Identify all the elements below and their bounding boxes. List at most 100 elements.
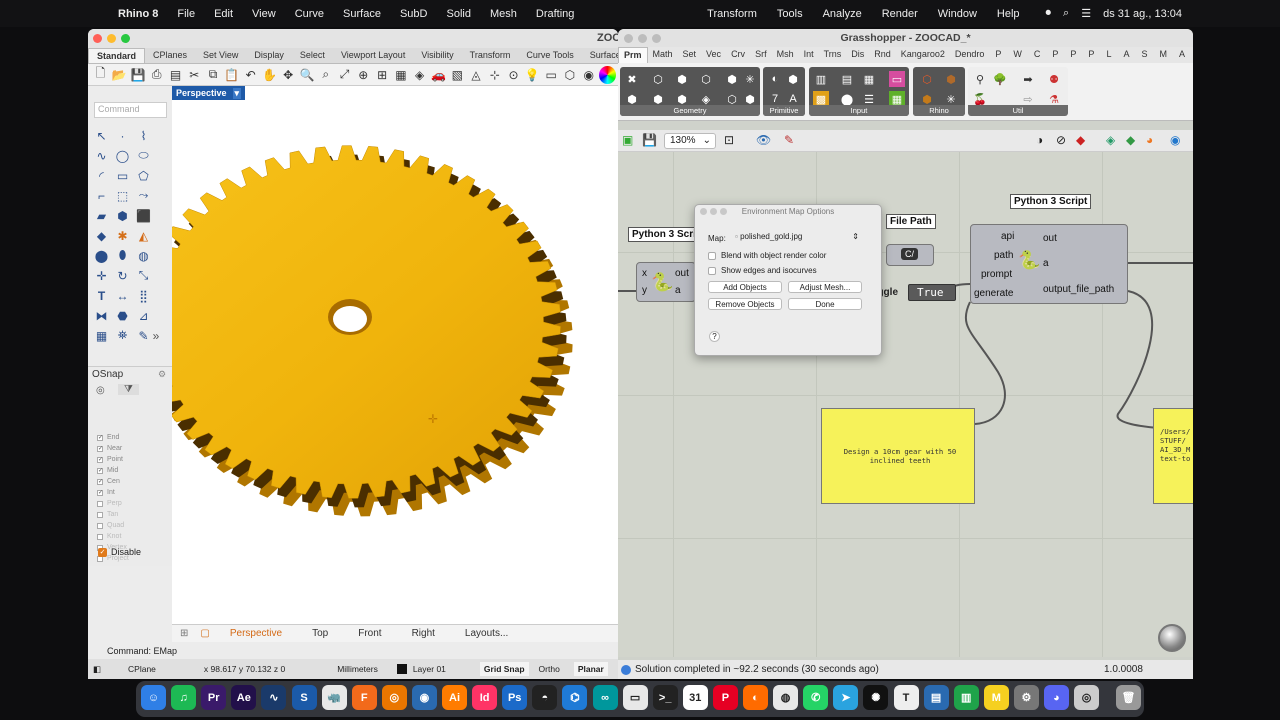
extend-icon[interactable]: ⤳ [135,187,152,204]
preview-env-icon[interactable]: ◉ [1170,133,1180,147]
status-ortho[interactable]: Ortho [539,664,560,674]
polygon-icon[interactable]: ⬠ [135,167,152,184]
four-views-icon[interactable]: ▦ [393,66,410,84]
rotate-view-icon[interactable]: ✥ [280,66,297,84]
dock-pinterest-icon[interactable]: P [712,685,738,710]
zoom-window-icon[interactable]: ⌕ [317,66,334,84]
print-icon[interactable]: ⎙ [148,66,165,84]
undo-icon[interactable]: ↶ [242,66,259,84]
status-layer[interactable]: Layer 01 [413,664,446,674]
sketch-pen-icon[interactable]: ✎ [784,133,794,147]
dock-telegram-icon[interactable]: ➤ [833,685,859,710]
geometry-param-icon[interactable]: ✖ [624,71,640,87]
brep-param-icon[interactable]: ✳ [742,71,758,87]
add-objects-button[interactable]: Add Objects [708,281,782,293]
revolve-icon[interactable]: ◭ [135,227,152,244]
menu-clock[interactable]: ds 31 ag., 13:04 [1103,8,1182,20]
menu-file[interactable]: File [177,8,195,20]
dock-finder-icon[interactable]: ☺ [141,685,166,710]
copy-icon[interactable]: ⧉ [205,66,222,84]
dock-arduino-icon[interactable]: ∞ [592,685,618,710]
arrow-right-icon[interactable]: ➡ [1020,71,1036,87]
dock-illustrator-icon[interactable]: Ai [442,685,467,710]
color-wheel-icon[interactable] [599,65,616,84]
pin-generate[interactable]: generate [974,288,1013,299]
fillet-icon[interactable]: ⌐ [93,187,110,204]
tab-display[interactable]: Display [246,48,292,63]
expand-palette-icon[interactable]: » [151,327,161,344]
menu-render[interactable]: Render [882,8,918,20]
preview-shaded-icon[interactable]: ◆ [1076,133,1085,147]
tab-standard[interactable]: Standard [88,48,146,63]
pin-prompt[interactable]: prompt [981,269,1012,280]
dock-github-icon[interactable]: ◓ [532,685,558,710]
map-select[interactable]: ▫ polished_gold.jpg ⇕ [735,232,859,244]
dock-firefox-icon[interactable]: ◐ [743,685,768,710]
gh-tab-l[interactable]: L [1100,47,1117,63]
array-icon[interactable]: ⣿ [135,287,152,304]
extrude-icon[interactable]: ⬢ [114,207,131,224]
dock-whatsapp-icon[interactable]: ✆ [803,685,829,710]
vp-tab-right[interactable]: Right [412,628,435,639]
gh-tab-srf[interactable]: Srf [750,47,772,63]
python-script-main[interactable]: api path prompt generate 🐍 out a output_… [970,224,1128,304]
preview-mesh-icon[interactable]: ◆ [1126,133,1135,147]
text-icon[interactable]: T [93,287,110,304]
dock-spotify-icon[interactable]: ♫ [171,685,197,710]
dock-indesign-icon[interactable]: Id [472,685,498,710]
offset-icon[interactable]: ⬚ [114,187,131,204]
mesh-icon[interactable]: ◍ [135,247,152,264]
osnap-near[interactable]: ✓ Near [97,445,122,452]
arc-icon[interactable]: ◜ [93,167,110,184]
menu-app-name[interactable]: Rhino 8 [118,8,158,20]
vp-tab-layouts[interactable]: Layouts... [465,628,508,639]
loft-icon[interactable]: ◆ [93,227,110,244]
gh-minimize-button[interactable] [638,34,647,43]
tab-cplanes[interactable]: CPlanes [145,48,195,63]
menu-tools[interactable]: Tools [777,8,803,20]
osnap-settings-icon[interactable]: ⚙ [158,369,166,380]
gh-tab-vec[interactable]: Vec [701,47,726,63]
cplane-icon[interactable]: ◬ [468,66,485,84]
gh-tab-w[interactable]: W [1007,47,1028,63]
osnap-disable-toggle[interactable]: ✓ Disable [98,547,141,557]
pin-out[interactable]: out [675,268,689,279]
tab-curve-tools[interactable]: Curve Tools [518,48,581,63]
search-icon[interactable]: ⌕ [1063,7,1069,20]
properties-icon[interactable]: ⬡ [562,66,579,84]
save-icon[interactable]: 💾 [130,66,147,84]
materials-icon[interactable]: ◉ [580,66,597,84]
dock-chrome-icon[interactable]: ◍ [773,685,799,710]
menu-view[interactable]: View [252,8,276,20]
boolean-toggle[interactable]: True [908,284,956,301]
status-planar[interactable]: Planar [573,662,608,676]
menu-mesh[interactable]: Mesh [490,8,517,20]
osnap-filter-icon[interactable]: ⧩ [118,384,139,395]
menu-solid[interactable]: Solid [447,8,471,20]
sphere-icon[interactable]: ⬤ [93,247,110,264]
gh-tab-dendro[interactable]: Dendro [950,47,990,63]
pan-hand-icon[interactable]: ✋ [261,66,278,84]
dimension-icon[interactable]: ↔ [114,287,131,304]
grid-icon[interactable]: ⊹ [486,66,503,84]
osnap-point[interactable]: ✓ Point [97,456,123,463]
preview-off-icon[interactable]: ⊘ [1056,133,1066,147]
navigation-ball-icon[interactable] [1158,624,1186,652]
cluster-icon[interactable]: ⚲ [972,71,988,87]
boolean-param-icon[interactable]: ◐ [767,71,783,87]
osnap-mid[interactable]: ✓ Mid [97,467,118,474]
dock-vs-code-icon[interactable]: ⌬ [562,685,588,710]
dock-discord-icon[interactable]: ◕ [1044,685,1069,710]
gh-tab-crv[interactable]: Crv [726,47,750,63]
pin-api[interactable]: api [1001,231,1014,242]
tab-surface-tools[interactable]: Surface Tools [582,48,618,63]
import-icon[interactable]: ▤ [167,66,184,84]
menu-edit[interactable]: Edit [214,8,233,20]
gh-tab-s[interactable]: S [1135,47,1153,63]
zoom-all-icon[interactable]: ⊞ [374,66,391,84]
tab-select[interactable]: Select [292,48,333,63]
panel-input-icon[interactable]: ▥ [813,71,829,87]
vp-tab-front[interactable]: Front [358,628,381,639]
pin-main-a[interactable]: a [1043,258,1049,269]
pin-output-file-path[interactable]: output_file_path [1043,284,1114,295]
